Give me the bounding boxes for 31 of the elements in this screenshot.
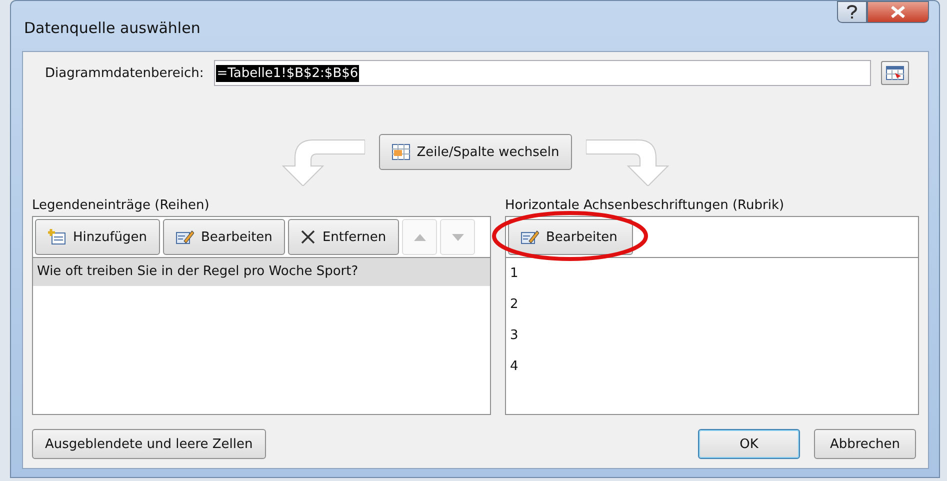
add-list-icon — [48, 229, 66, 245]
help-icon — [846, 5, 858, 19]
edit-button[interactable]: Bearbeiten — [508, 219, 633, 255]
category-item[interactable]: 1 — [506, 258, 918, 289]
remove-icon — [301, 230, 316, 244]
series-item[interactable]: Wie oft treiben Sie in der Regel pro Woche Sport? — [33, 258, 490, 286]
category-item[interactable]: 3 — [506, 320, 918, 351]
range-input-field[interactable]: =Tabelle1!$B$2:$B$6 — [214, 60, 871, 86]
ok-button[interactable]: OK — [698, 429, 800, 459]
window-title: Datenquelle auswählen — [24, 19, 200, 37]
category-item[interactable]: 4 — [506, 351, 918, 382]
down-triangle-icon — [452, 234, 464, 240]
range-label: Diagrammdatenbereich: — [45, 66, 204, 80]
edit-icon — [176, 229, 194, 245]
panel-title: Legendeneinträge (Reihen) — [32, 198, 210, 213]
table-swap-icon — [392, 144, 410, 160]
edit-button[interactable]: Bearbeiten — [163, 219, 286, 255]
help-button[interactable] — [837, 1, 867, 23]
close-button[interactable] — [867, 1, 929, 23]
panel-title: Horizontale Achsenbeschriftungen (Rubrik) — [505, 198, 786, 213]
switch-row-column-button[interactable]: Zeile/Spalte wechseln — [378, 134, 572, 170]
range-picker-button[interactable] — [881, 61, 909, 85]
cancel-button[interactable]: Abbrechen — [814, 429, 916, 459]
edit-icon — [521, 229, 539, 245]
remove-button[interactable]: Entfernen — [288, 219, 400, 255]
hidden-cells-button[interactable]: Ausgeblendete und leere Zellen — [32, 429, 266, 459]
add-button[interactable]: Hinzufügen — [35, 219, 160, 255]
up-triangle-icon — [414, 234, 426, 240]
close-icon — [891, 6, 905, 18]
table-icon — [886, 66, 904, 80]
category-item[interactable]: 2 — [506, 289, 918, 320]
